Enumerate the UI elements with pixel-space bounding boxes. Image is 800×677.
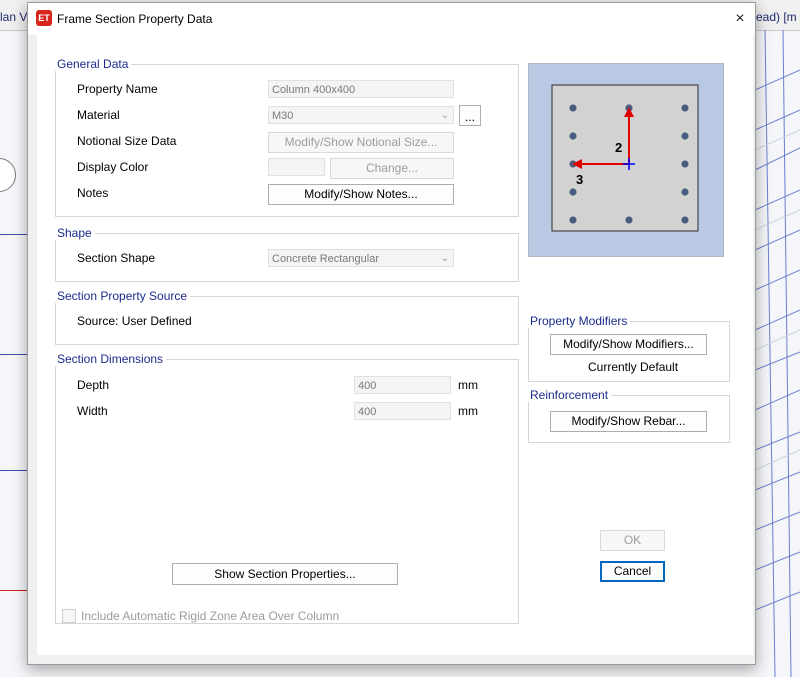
source-text: Source: User Defined [77, 314, 192, 328]
dialog-title: Frame Section Property Data [57, 12, 213, 26]
general-data-group: General Data Property Name Column 400x40… [54, 57, 519, 217]
change-color-button[interactable]: Change... [330, 158, 454, 179]
shape-group: Shape Section Shape Concrete Rectangular… [54, 226, 519, 282]
rebar-dot [625, 216, 633, 224]
background-grid-line [0, 590, 27, 591]
material-select[interactable]: M30 ⌄ [268, 106, 454, 124]
background-grid-line [0, 470, 27, 471]
background-right-window-title: ead) [m [756, 10, 797, 24]
frame-section-property-dialog: ET Frame Section Property Data × General… [27, 2, 756, 665]
modifiers-status: Currently Default [588, 360, 679, 374]
notes-label: Notes [77, 186, 109, 200]
rebar-dot [569, 188, 577, 196]
dialog-content: General Data Property Name Column 400x40… [37, 35, 753, 655]
section-property-source-legend: Section Property Source [54, 289, 191, 303]
modify-notional-size-button[interactable]: Modify/Show Notional Size... [268, 132, 454, 153]
close-icon: × [735, 10, 745, 27]
rebar-dot [681, 188, 689, 196]
chevron-down-icon: ⌄ [440, 253, 449, 264]
background-left-window-title: lan Vi [0, 10, 30, 24]
axis-3-label: 3 [576, 172, 584, 187]
width-label: Width [77, 404, 108, 418]
material-browse-button[interactable]: ... [459, 105, 481, 126]
close-button[interactable]: × [725, 3, 755, 35]
axis-2-label: 2 [615, 140, 623, 155]
etabs-app-icon: ET [36, 10, 52, 26]
material-label: Material [77, 108, 120, 122]
depth-unit: mm [458, 378, 478, 392]
rebar-dot [681, 216, 689, 224]
reinforcement-group: Reinforcement Modify/Show Rebar... [527, 388, 730, 443]
shape-legend: Shape [54, 226, 95, 240]
rebar-dot [681, 160, 689, 168]
rigid-zone-checkbox-label: Include Automatic Rigid Zone Area Over C… [81, 609, 340, 623]
rebar-dot [681, 104, 689, 112]
background-grid-bubble [0, 158, 16, 192]
material-value: M30 [272, 110, 294, 122]
show-section-properties-button[interactable]: Show Section Properties... [172, 563, 398, 585]
rebar-dot [569, 104, 577, 112]
reinforcement-legend: Reinforcement [527, 388, 612, 402]
width-unit: mm [458, 404, 478, 418]
background-grid-line [0, 234, 27, 235]
display-color-label: Display Color [77, 160, 149, 174]
modify-modifiers-button[interactable]: Modify/Show Modifiers... [550, 334, 707, 355]
section-shape-label: Section Shape [77, 251, 156, 265]
section-shape-select[interactable]: Concrete Rectangular ⌄ [268, 249, 454, 267]
modify-notes-button[interactable]: Modify/Show Notes... [268, 184, 454, 205]
ok-button[interactable]: OK [600, 530, 665, 551]
rebar-dot [569, 132, 577, 140]
property-name-field[interactable]: Column 400x400 [268, 80, 454, 98]
chevron-down-icon: ⌄ [440, 110, 449, 121]
section-preview-drawing [551, 84, 699, 232]
background-grid-line [0, 354, 27, 355]
notional-size-label: Notional Size Data [77, 134, 177, 148]
dialog-title-bar[interactable]: ET Frame Section Property Data × [28, 3, 755, 35]
rebar-dot [569, 216, 577, 224]
section-property-source-group: Section Property Source Source: User Def… [54, 289, 519, 345]
property-modifiers-group: Property Modifiers Modify/Show Modifiers… [527, 314, 730, 382]
rigid-zone-checkbox[interactable] [62, 609, 76, 623]
section-dimensions-legend: Section Dimensions [54, 352, 167, 366]
modify-rebar-button[interactable]: Modify/Show Rebar... [550, 411, 707, 432]
background-3d-model-view [755, 30, 800, 677]
width-input[interactable]: 400 [354, 402, 451, 420]
rebar-dot [681, 132, 689, 140]
display-color-swatch[interactable] [268, 158, 325, 176]
depth-label: Depth [77, 378, 110, 392]
section-preview-panel: 2 3 [528, 63, 724, 257]
depth-input[interactable]: 400 [354, 376, 451, 394]
section-shape-value: Concrete Rectangular [272, 253, 380, 265]
property-name-label: Property Name [77, 82, 158, 96]
general-data-legend: General Data [54, 57, 132, 71]
property-modifiers-legend: Property Modifiers [527, 314, 631, 328]
cancel-button[interactable]: Cancel [600, 561, 665, 582]
section-dimensions-group: Section Dimensions Depth 400 mm Width 40… [54, 352, 519, 624]
